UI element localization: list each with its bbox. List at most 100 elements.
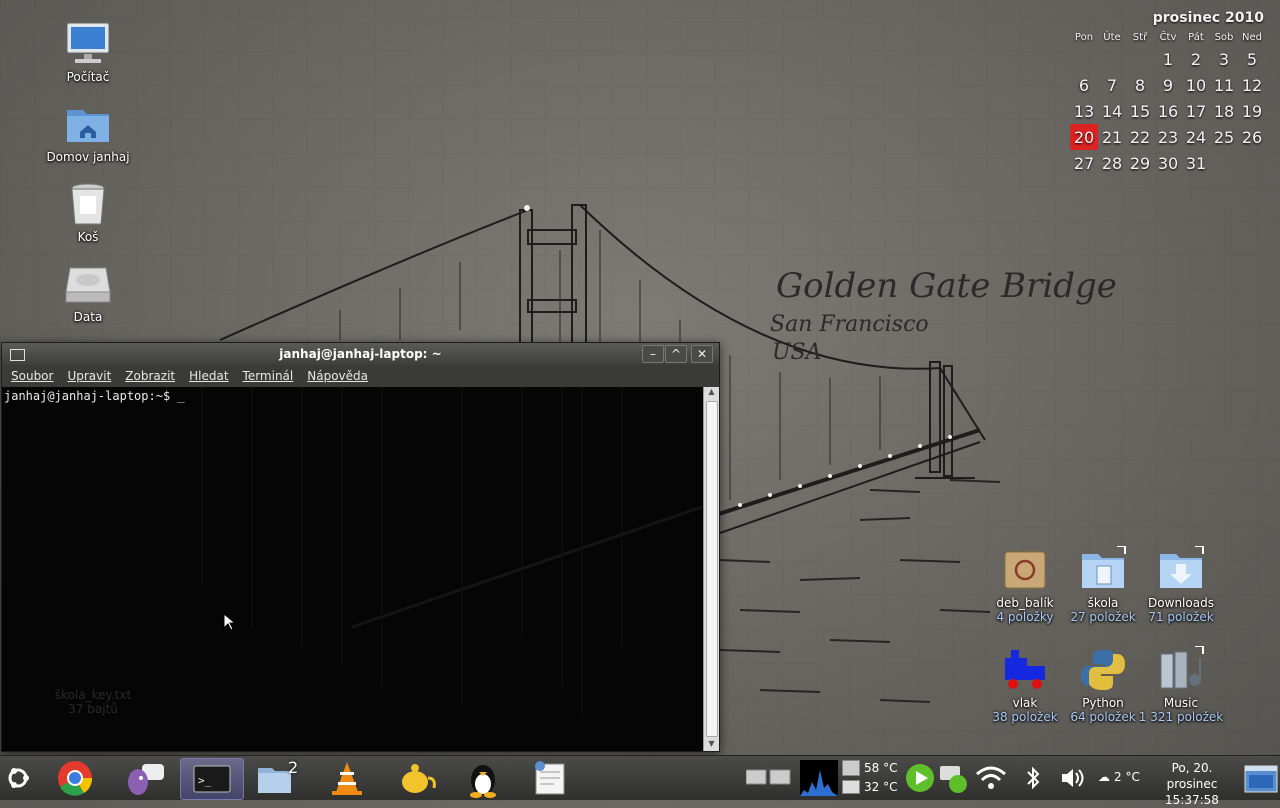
calendar-day[interactable]: 5: [1238, 46, 1266, 72]
calendar-day[interactable]: 6: [1070, 72, 1098, 98]
messaging-status-icon[interactable]: [938, 762, 970, 794]
desktop-icon-home[interactable]: Domov janhaj: [43, 100, 133, 164]
taskbar-editor[interactable]: [520, 758, 582, 798]
calendar-day[interactable]: 7: [1098, 72, 1126, 98]
calendar-day[interactable]: 30: [1154, 150, 1182, 176]
ubuntu-logo-icon: [8, 768, 29, 788]
taskbar-chrome[interactable]: [44, 758, 106, 798]
calendar-day[interactable]: 26: [1238, 124, 1266, 150]
maximize-button[interactable]: ^: [665, 345, 687, 363]
window-titlebar[interactable]: janhaj@janhaj-laptop: ~ – ^ ✕: [2, 343, 719, 365]
weekday: Pon: [1074, 31, 1094, 43]
desktop-icon-label: Data: [73, 310, 103, 324]
calendar-day[interactable]: 14: [1098, 98, 1126, 124]
folder-link-icon: [1079, 545, 1127, 594]
menubar: Soubor Upravit Zobrazit Hledat Terminál …: [2, 365, 719, 387]
taskbar-vlc[interactable]: [316, 758, 378, 798]
desktop-icon-label: deb_balík: [996, 596, 1054, 610]
calendar-day[interactable]: 27: [1070, 150, 1098, 176]
calendar-day[interactable]: [1070, 46, 1098, 72]
calendar-day[interactable]: [1210, 150, 1238, 176]
chat-icon: [128, 764, 164, 795]
calendar-day[interactable]: 22: [1126, 124, 1154, 150]
menu-terminal[interactable]: Terminál: [236, 365, 301, 387]
scrollbar-thumb[interactable]: [706, 401, 718, 737]
desktop-icon-downloads[interactable]: Downloads 71 položek: [1136, 545, 1226, 624]
scroll-down-arrow-icon[interactable]: ▼: [704, 739, 719, 751]
calendar-day[interactable]: 23: [1154, 124, 1182, 150]
calendar-day[interactable]: 11: [1210, 72, 1238, 98]
calendar-day[interactable]: 17: [1182, 98, 1210, 124]
taskbar-tux[interactable]: [452, 758, 514, 798]
desktop-icon-music[interactable]: Music 1 321 položek: [1136, 645, 1226, 724]
taskbar-teapot[interactable]: [384, 758, 446, 798]
calendar-day[interactable]: 13: [1070, 98, 1098, 124]
calendar-day[interactable]: 1: [1154, 46, 1182, 72]
desktop-icon-computer[interactable]: Počítač: [43, 20, 133, 84]
calendar-day[interactable]: 16: [1154, 98, 1182, 124]
calendar-day[interactable]: 21: [1098, 124, 1126, 150]
volume-icon[interactable]: [1060, 766, 1086, 790]
terminal-icon: >_: [193, 765, 231, 793]
calendar-day[interactable]: 8: [1126, 72, 1154, 98]
menu-soubor[interactable]: Soubor: [4, 365, 60, 387]
cpu-graph-icon[interactable]: [800, 760, 838, 796]
menu-zobrazit[interactable]: Zobrazit: [118, 365, 182, 387]
menu-upravit[interactable]: Upravit: [60, 365, 118, 387]
text-editor-icon: [535, 761, 565, 795]
desktop-icon-trash[interactable]: Koš: [43, 180, 133, 244]
weekday: Čtv: [1159, 31, 1177, 43]
show-desktop-icon[interactable]: [1244, 764, 1278, 794]
close-button[interactable]: ✕: [691, 345, 713, 363]
calendar-day[interactable]: 31: [1182, 150, 1210, 176]
calendar-day[interactable]: 9: [1154, 72, 1182, 98]
desktop-icon-vlak[interactable]: vlak 38 položek: [980, 646, 1070, 724]
calendar-day[interactable]: 2: [1182, 46, 1210, 72]
bluetooth-icon[interactable]: [1024, 766, 1042, 790]
play-icon[interactable]: [904, 762, 936, 794]
taskbar-terminal[interactable]: >_: [180, 758, 244, 800]
temperature-monitor[interactable]: 58 °C 32 °C: [842, 760, 897, 794]
calendar-month: prosinec 2010: [1152, 10, 1264, 26]
cpu-temperature: 58 °C: [864, 761, 898, 775]
desktop-icon-skola-key-ghost[interactable]: škola_key.txt 37 bajtů: [48, 640, 138, 716]
calendar-day[interactable]: 24: [1182, 124, 1210, 150]
clock[interactable]: Po, 20. prosinec 15:37:58: [1146, 760, 1238, 808]
wallpaper-country: USA: [772, 340, 822, 365]
desktop-icon-count: 4 položky: [996, 610, 1054, 624]
weekday: Ned: [1242, 31, 1262, 43]
calendar-day[interactable]: 28: [1098, 150, 1126, 176]
desktop-icon-data[interactable]: Data: [43, 260, 133, 324]
calendar-day[interactable]: 29: [1126, 150, 1154, 176]
scroll-up-arrow-icon[interactable]: ▲: [704, 387, 719, 399]
menu-napoveda[interactable]: Nápověda: [300, 365, 375, 387]
desktop-icon-skola[interactable]: škola 27 položek: [1058, 545, 1148, 624]
calendar-day[interactable]: 19: [1238, 98, 1266, 124]
taskbar-files[interactable]: 2: [248, 758, 310, 798]
minimize-button[interactable]: –: [642, 345, 664, 363]
calendar-day[interactable]: 15: [1126, 98, 1154, 124]
calendar-day[interactable]: [1098, 46, 1126, 72]
terminal-scrollbar[interactable]: ▲ ▼: [703, 387, 719, 751]
desktop-icon-python[interactable]: Python 64 položek: [1058, 646, 1148, 724]
taskbar-pidgin[interactable]: [112, 758, 174, 798]
calendar-day-today[interactable]: 20: [1070, 124, 1098, 150]
ubuntu-menu-button[interactable]: [2, 758, 34, 798]
desktop-icon-deb-balik[interactable]: deb_balík 4 položky: [980, 546, 1070, 624]
calendar-day[interactable]: 12: [1238, 72, 1266, 98]
network-monitor-icon[interactable]: [746, 764, 794, 790]
teapot-icon: [402, 764, 436, 793]
menu-hledat[interactable]: Hledat: [182, 365, 235, 387]
wifi-icon[interactable]: [974, 764, 1008, 792]
music-folder-icon: [1157, 645, 1205, 694]
weather-indicator[interactable]: ☁ 2 °C: [1098, 770, 1140, 784]
calendar-day[interactable]: [1126, 46, 1154, 72]
calendar-day[interactable]: 25: [1210, 124, 1238, 150]
calendar-day[interactable]: [1238, 150, 1266, 176]
calendar-grid: Pon Úte Stř Čtv Pát Sob Ned 1 2 3 5 6 7 …: [1070, 28, 1266, 176]
calendar-day[interactable]: 18: [1210, 98, 1238, 124]
calendar-day[interactable]: 3: [1210, 46, 1238, 72]
calendar-day[interactable]: 10: [1182, 72, 1210, 98]
desktop-icon-count: 38 položek: [992, 710, 1058, 724]
clock-time: 15:37:58: [1165, 793, 1219, 807]
